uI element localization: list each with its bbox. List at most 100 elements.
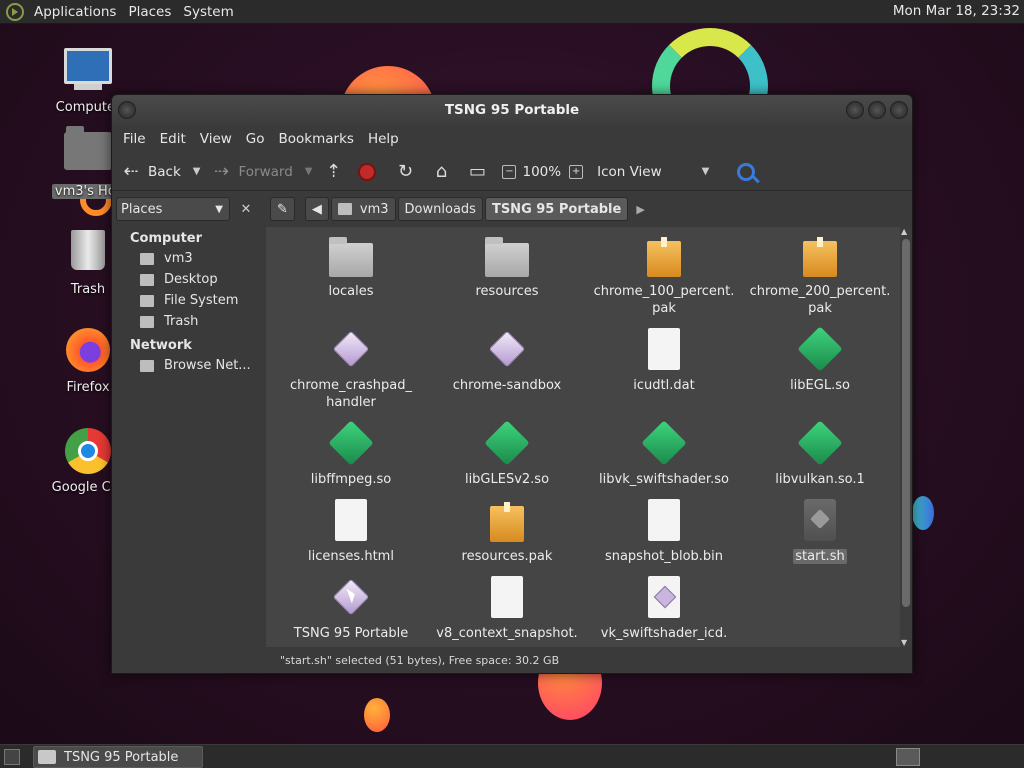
- sidebar-item-filesystem[interactable]: File System: [112, 290, 262, 311]
- edit-icon: ✎: [277, 201, 288, 217]
- file-item[interactable]: snapshot_blob.bin: [586, 498, 742, 565]
- file-item[interactable]: chrome-sandbox: [429, 327, 585, 394]
- file-item[interactable]: resources.pak: [429, 498, 585, 565]
- breadcrumb-downloads[interactable]: Downloads: [397, 197, 483, 221]
- back-button[interactable]: ⇠ Back: [120, 161, 181, 183]
- sidebar-item-trash[interactable]: Trash: [112, 311, 262, 332]
- home-icon: [140, 252, 154, 265]
- sidebar-item-desktop[interactable]: Desktop: [112, 269, 262, 290]
- file-item[interactable]: TSNG 95 Portable: [273, 575, 429, 642]
- file-name: libffmpeg.so: [310, 472, 392, 487]
- sidebar-section-computer: Computer: [130, 231, 203, 246]
- file-item[interactable]: chrome_200_percent. pak: [742, 233, 898, 317]
- file-item[interactable]: libvulkan.so.1: [742, 420, 898, 488]
- forward-history-dropdown[interactable]: ▼: [305, 166, 313, 177]
- chevron-right-icon[interactable]: ▶: [636, 203, 644, 216]
- breadcrumb-current[interactable]: TSNG 95 Portable: [484, 197, 629, 221]
- back-history-dropdown[interactable]: ▼: [193, 166, 201, 177]
- scrollbar-thumb[interactable]: [902, 239, 910, 607]
- library-icon: [797, 420, 843, 466]
- zoom-out-icon: −: [502, 164, 517, 179]
- close-button[interactable]: [890, 101, 908, 119]
- wallpaper-shape: [364, 698, 390, 732]
- chevron-down-icon: ▼: [215, 203, 223, 215]
- file-name: resources.pak: [461, 549, 553, 564]
- file-item[interactable]: libffmpeg.so: [273, 420, 429, 488]
- file-item[interactable]: icudtl.dat: [586, 327, 742, 394]
- show-desktop-button[interactable]: [4, 749, 20, 765]
- search-icon[interactable]: [737, 162, 756, 181]
- scroll-up-icon[interactable]: ▲: [901, 227, 907, 236]
- menu-file[interactable]: File: [116, 131, 153, 147]
- file-name: resources: [475, 284, 539, 299]
- forward-button[interactable]: ⇢ Forward: [210, 161, 293, 183]
- vertical-scrollbar[interactable]: ▲ ▼: [900, 227, 912, 647]
- document-icon: [642, 575, 686, 619]
- library-icon: [641, 420, 687, 466]
- file-name: chrome_100_percent. pak: [593, 284, 735, 316]
- distro-logo-icon[interactable]: [6, 2, 24, 21]
- file-item[interactable]: chrome_crashpad_ handler: [273, 327, 429, 411]
- breadcrumb: ✎ ◀ vm3 Downloads TSNG 95 Portable ▶: [266, 193, 912, 225]
- file-name: TSNG 95 Portable: [293, 626, 409, 641]
- sidebar-item-label: File System: [164, 293, 239, 308]
- clock[interactable]: Mon Mar 18, 23:32: [893, 3, 1020, 19]
- file-name: icudtl.dat: [633, 378, 695, 393]
- file-manager-window: TSNG 95 Portable File Edit View Go Bookm…: [111, 94, 913, 674]
- file-item[interactable]: locales: [273, 233, 429, 300]
- file-item[interactable]: resources: [429, 233, 585, 300]
- document-icon: [329, 498, 373, 542]
- minimize-button[interactable]: [846, 101, 864, 119]
- library-icon: [484, 420, 530, 466]
- taskbar-item-label: TSNG 95 Portable: [64, 749, 179, 765]
- path-scroll-left-button[interactable]: ◀: [304, 197, 329, 221]
- forward-arrow-icon: ⇢: [213, 161, 230, 182]
- window-body: Places ▼ ✕ Computer vm3 Desktop File Sys…: [112, 193, 912, 673]
- window-titlebar[interactable]: TSNG 95 Portable: [112, 95, 912, 125]
- menu-bookmarks[interactable]: Bookmarks: [272, 131, 361, 147]
- places-menu[interactable]: Places: [124, 4, 179, 20]
- menu-help[interactable]: Help: [361, 131, 406, 147]
- zoom-in-button[interactable]: +: [569, 164, 589, 179]
- sidebar-item-browse-network[interactable]: Browse Net...: [112, 355, 262, 376]
- file-item[interactable]: v8_context_snapshot.: [429, 575, 585, 642]
- breadcrumb-vm3[interactable]: vm3: [330, 197, 396, 221]
- zoom-out-button[interactable]: − 100%: [502, 164, 561, 180]
- library-icon: [797, 326, 843, 372]
- home-button[interactable]: ⌂: [430, 161, 458, 183]
- package-icon: [642, 233, 686, 277]
- system-menu[interactable]: System: [179, 4, 241, 20]
- sidebar-type-select[interactable]: Places ▼: [116, 197, 230, 221]
- menu-go[interactable]: Go: [239, 131, 272, 147]
- file-item[interactable]: start.sh: [742, 498, 898, 565]
- file-item[interactable]: libvk_swiftshader.so: [586, 420, 742, 488]
- file-item[interactable]: libGLESv2.so: [429, 420, 585, 488]
- workspace-switcher[interactable]: [896, 748, 920, 766]
- menu-view[interactable]: View: [193, 131, 239, 147]
- zoom-level: 100%: [522, 163, 562, 180]
- file-name: libGLESv2.so: [464, 472, 550, 487]
- file-item[interactable]: chrome_100_percent. pak: [586, 233, 742, 317]
- file-item[interactable]: vk_swiftshader_icd.: [586, 575, 742, 642]
- sidebar-item-vm3[interactable]: vm3: [112, 248, 262, 269]
- view-mode-select[interactable]: Icon View ▼: [597, 164, 719, 180]
- computer-button[interactable]: ▭: [466, 161, 494, 183]
- file-item[interactable]: libEGL.so: [742, 326, 898, 394]
- location-toggle-button[interactable]: ✎: [270, 197, 295, 221]
- home-icon: [337, 203, 352, 215]
- up-button[interactable]: ⇡: [322, 161, 350, 183]
- file-item[interactable]: licenses.html: [273, 498, 429, 565]
- taskbar-item[interactable]: TSNG 95 Portable: [33, 746, 203, 768]
- scroll-down-icon[interactable]: ▼: [901, 638, 907, 647]
- window-menu-button[interactable]: [118, 101, 136, 119]
- applications-menu[interactable]: Applications: [30, 4, 124, 20]
- zoom-in-icon: +: [569, 164, 584, 179]
- file-name: chrome_200_percent. pak: [749, 284, 891, 316]
- maximize-button[interactable]: [868, 101, 886, 119]
- stop-button[interactable]: [358, 162, 377, 181]
- close-icon[interactable]: ✕: [236, 199, 256, 219]
- menu-edit[interactable]: Edit: [153, 131, 193, 147]
- reload-button[interactable]: ↻: [394, 161, 422, 183]
- back-label: Back: [148, 163, 181, 180]
- home-folder-icon: [64, 126, 112, 180]
